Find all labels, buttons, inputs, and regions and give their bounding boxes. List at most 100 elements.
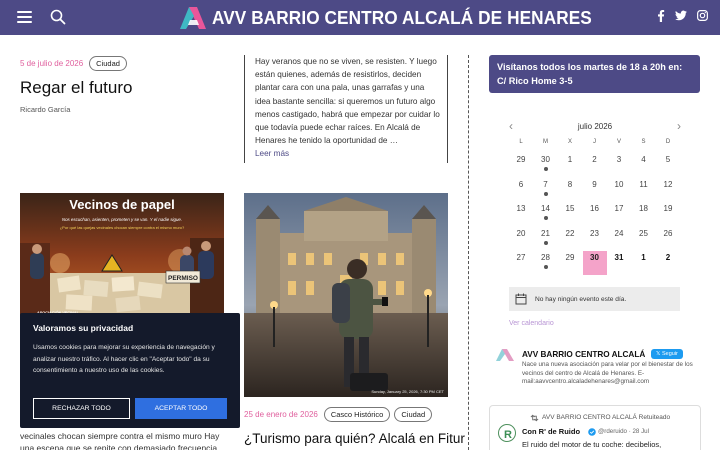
calendar-day[interactable]: 25	[632, 227, 656, 251]
event-dot-icon	[544, 240, 548, 245]
weekday-label: S	[641, 139, 646, 145]
calendar-day[interactable]: 26	[656, 227, 680, 251]
meeting-notice: Visítanos todos los martes de 18 a 20h e…	[489, 55, 700, 93]
post-image-vecinos[interactable]: PERMISO Vecinos de papel Nos escuchan, a…	[20, 193, 224, 317]
weekday-label: D	[665, 139, 671, 145]
chevron-left-icon[interactable]: ‹	[505, 119, 517, 133]
calendar-day[interactable]: 1	[632, 251, 656, 275]
calendar-day[interactable]: 7	[534, 178, 558, 202]
twitter-profile-name[interactable]: AVV BARRIO CENTRO ALCALÁ	[522, 350, 645, 359]
post3-title[interactable]: ¿Turismo para quién? Alcalá en Fitur	[244, 431, 465, 446]
calendar-day[interactable]: 31	[607, 251, 631, 275]
calendar-day-number: 26	[663, 228, 673, 238]
calendar-day[interactable]: 6	[509, 178, 533, 202]
post-image-turismo[interactable]: Sunday, January 25, 2026, 7:30 PM CET	[244, 193, 448, 397]
calendar-day[interactable]: 9	[583, 178, 607, 202]
post-meta: 5 de julio de 2026 Ciudad	[20, 56, 131, 71]
calendar-day[interactable]: 11	[632, 178, 656, 202]
tweet-author-avatar[interactable]: R	[498, 424, 516, 442]
calendar-day-number: 20	[516, 228, 526, 238]
calendar-day-number: 3	[616, 155, 622, 164]
calendar-day[interactable]: 12	[656, 178, 680, 202]
sign-text: PERMISO	[168, 275, 198, 282]
calendar-day[interactable]: 24	[607, 227, 631, 251]
calendar-day-number: 19	[663, 204, 673, 213]
calendar-day[interactable]: 10	[607, 178, 631, 202]
reject-all-button[interactable]: RECHAZAR TODO	[33, 398, 130, 419]
calendar-day[interactable]: 8	[558, 178, 582, 202]
accept-all-button[interactable]: ACEPTAR TODO	[135, 398, 227, 419]
event-dot-icon	[544, 216, 548, 220]
chevron-right-icon[interactable]: ›	[673, 119, 685, 133]
calendar-day-number: 31	[614, 253, 624, 262]
read-more-link[interactable]: Leer más	[255, 149, 289, 158]
calendar-day-number: 18	[639, 204, 648, 213]
calendar-day[interactable]: 14	[534, 202, 558, 226]
calendar-day[interactable]: 18	[632, 202, 656, 226]
twitter-follow-button[interactable]: 𝕏 Seguir	[651, 349, 683, 359]
calendar-day[interactable]: 29	[558, 251, 582, 275]
calendar-day[interactable]: 20	[509, 227, 533, 251]
post-author[interactable]: Ricardo García	[20, 105, 70, 114]
cookie-text: Usamos cookies para mejorar su experienc…	[33, 344, 215, 374]
calendar-day-today[interactable]: 30	[582, 251, 607, 275]
category-chip[interactable]: Ciudad	[89, 56, 127, 71]
hamburger-menu-icon[interactable]	[17, 11, 32, 24]
calendar-day-number: 12	[663, 179, 673, 189]
calendar-day-number: 2	[592, 155, 597, 164]
site-title: AVV BARRIO CENTRO ALCALÁ DE HENARES	[212, 7, 592, 28]
calendar-day-number: 24	[614, 228, 624, 238]
search-icon[interactable]	[50, 9, 66, 25]
calendar-day[interactable]: 4	[632, 153, 656, 177]
calendar-day-number: 2	[665, 253, 671, 262]
calendar-day-number: 7	[543, 179, 548, 189]
photo-caption: Sunday, January 25, 2026, 7:30 PM CET	[371, 389, 444, 394]
twitter-icon[interactable]	[675, 10, 687, 21]
calendar-day[interactable]: 28	[534, 251, 558, 275]
tweet-handle[interactable]: @rderuido · 28 Jul	[598, 428, 649, 435]
calendar-day[interactable]: 5	[656, 153, 680, 177]
cookie-banner: Valoramos su privacidad Usamos cookies p…	[20, 313, 240, 428]
weekday-label: X	[567, 139, 572, 145]
calendar-day[interactable]: 21	[534, 227, 558, 251]
calendar-day-number: 6	[518, 179, 524, 189]
calendar-day[interactable]: 1	[558, 153, 582, 177]
calendar-day-number: 13	[516, 204, 526, 213]
cookie-title: Valoramos su privacidad	[33, 323, 134, 333]
verified-badge-icon	[588, 428, 596, 436]
calendar-day[interactable]: 13	[509, 202, 533, 226]
tweet-card[interactable]: AVV BARRIO CENTRO ALCALÁ Retuiteado R Co…	[489, 405, 701, 450]
image-subtitle-2: ¿Por qué las quejas vecinales chocan sie…	[60, 225, 185, 230]
calendar-day[interactable]: 19	[656, 202, 680, 226]
calendar-day-number: 15	[565, 204, 575, 213]
calendar-day[interactable]: 2	[656, 251, 680, 275]
post-title[interactable]: Regar el futuro	[20, 78, 132, 98]
site-brand[interactable]: AVV BARRIO CENTRO ALCALÁ DE HENARES	[180, 6, 620, 30]
calendar-day[interactable]: 23	[583, 227, 607, 251]
view-calendar-link[interactable]: Ver calendario	[509, 320, 554, 327]
facebook-icon[interactable]	[657, 10, 665, 22]
calendar-day[interactable]: 27	[509, 251, 533, 275]
calendar-day[interactable]: 15	[558, 202, 582, 226]
weekday-label: V	[616, 139, 621, 145]
calendar-day-number: 1	[567, 155, 573, 164]
calendar-day[interactable]: 16	[583, 202, 607, 226]
profile-logo-icon[interactable]	[494, 348, 516, 362]
calendar-day[interactable]: 17	[607, 202, 631, 226]
instagram-icon[interactable]	[697, 10, 708, 21]
calendar-day-number: 10	[614, 179, 624, 189]
calendar-day[interactable]: 3	[607, 153, 631, 177]
calendar-day[interactable]: 29	[509, 153, 533, 177]
calendar-day-number: 22	[565, 228, 575, 238]
post-date: 5 de julio de 2026	[20, 59, 84, 68]
calendar-day[interactable]: 22	[558, 227, 582, 251]
calendar-day[interactable]: 2	[583, 153, 607, 177]
category-chip-ciudad[interactable]: Ciudad	[394, 407, 433, 422]
event-dot-icon	[544, 265, 548, 269]
twitter-bio: Nace una nueva asociación para velar por…	[522, 361, 693, 385]
calendar-day-number: 30	[541, 155, 550, 164]
category-chip-casco[interactable]: Casco Histórico	[323, 407, 391, 422]
calendar-day[interactable]: 30	[534, 153, 558, 177]
vecinos-illustration: PERMISO Vecinos de papel Nos escuchan, a…	[20, 193, 224, 317]
tweet-author-name[interactable]: Con R' de Ruido	[522, 427, 580, 436]
